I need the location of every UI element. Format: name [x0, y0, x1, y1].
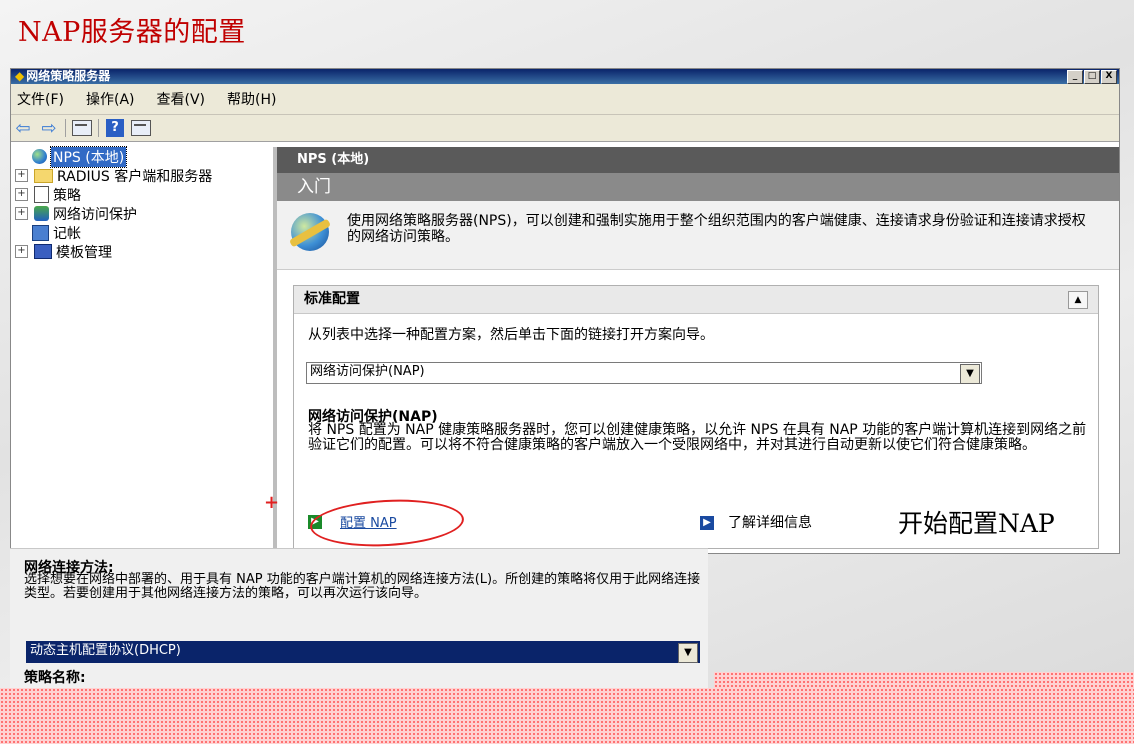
scenario-select-value: 网络访问保护(NAP): [310, 364, 425, 379]
policy-name-label: 策略名称:: [24, 670, 86, 686]
back-arrow-icon[interactable]: ⇦: [13, 118, 33, 139]
toolbar-separator: [65, 119, 66, 137]
connection-method-desc: 选择想要在网络中部署的、用于具有 NAP 功能的客户端计算机的网络连接方法(L)…: [24, 572, 701, 601]
details-pane: NPS (本地) 入门 使用网络策略服务器(NPS)，可以创建和强制实施用于整个…: [277, 147, 1119, 552]
content-header: NPS (本地): [277, 147, 1119, 173]
document-icon: [34, 186, 49, 203]
slide-title: NAP服务器的配置: [18, 17, 246, 48]
expand-icon[interactable]: +: [15, 207, 28, 220]
dotted-band: [0, 688, 1134, 744]
tree-item-accounting[interactable]: 记帐: [11, 223, 273, 242]
template-icon: [34, 244, 52, 259]
arrow-right-icon: ▶: [700, 516, 714, 530]
tree-item-radius[interactable]: + RADIUS 客户端和服务器: [11, 166, 273, 185]
console-tree-icon[interactable]: [72, 119, 92, 137]
highlight-oval: [308, 496, 466, 550]
shield-icon: [34, 206, 49, 221]
forward-arrow-icon[interactable]: ⇨: [39, 118, 59, 139]
console-tree: NPS (本地) + RADIUS 客户端和服务器 + 策略 + 网络访问保护 …: [11, 145, 277, 552]
tree-item-label: 网络访问保护: [53, 206, 137, 223]
learn-more: ▶ 了解详细信息: [700, 512, 812, 532]
menu-bar: 文件(F) 操作(A) 查看(V) 帮助(H): [11, 84, 1119, 115]
window-title: 网络策略服务器: [26, 69, 111, 83]
panel-description: 从列表中选择一种配置方案，然后单击下面的链接打开方案向导。: [308, 327, 714, 343]
nps-globe-icon: [291, 213, 329, 251]
slide-caption: 开始配置NAP: [898, 509, 1055, 538]
folder-icon: [34, 168, 53, 183]
section-header: 入门: [277, 173, 1119, 201]
panel-title-text: 标准配置: [304, 291, 360, 307]
plus-marker-icon: +: [264, 492, 280, 513]
log-icon: [32, 224, 49, 241]
tree-item-nap[interactable]: + 网络访问保护: [11, 204, 273, 223]
menu-view[interactable]: 查看(V): [157, 89, 206, 109]
wizard-dialog: 网络连接方法: 选择想要在网络中部署的、用于具有 NAP 功能的客户端计算机的网…: [10, 548, 708, 699]
standard-config-panel: 标准配置 ▲ 从列表中选择一种配置方案，然后单击下面的链接打开方案向导。 网络访…: [293, 285, 1099, 550]
globe-icon: [32, 149, 47, 164]
toolbar: ⇦ ⇨ ?: [11, 115, 1119, 142]
tree-item-label: 模板管理: [56, 244, 112, 261]
intro-box: 使用网络策略服务器(NPS)，可以创建和强制实施用于整个组织范围内的客户端健康、…: [277, 201, 1119, 270]
expand-icon[interactable]: +: [15, 169, 28, 182]
intro-text: 使用网络策略服务器(NPS)，可以创建和强制实施用于整个组织范围内的客户端健康、…: [347, 213, 1086, 245]
chevron-down-icon[interactable]: ▼: [960, 364, 980, 384]
maximize-button[interactable]: □: [1084, 70, 1100, 84]
connection-method-select[interactable]: 动态主机配置协议(DHCP) ▼: [26, 641, 700, 663]
tree-item-label: NPS (本地): [49, 145, 128, 168]
toolbar-separator: [98, 119, 99, 137]
close-button[interactable]: X: [1101, 70, 1117, 84]
learn-more-link[interactable]: 了解详细信息: [728, 515, 812, 531]
expand-icon[interactable]: +: [15, 188, 28, 201]
menu-action[interactable]: 操作(A): [86, 89, 135, 109]
tree-item-label: 策略: [53, 187, 81, 204]
tree-item-nps-local[interactable]: NPS (本地): [11, 145, 273, 168]
expand-icon[interactable]: +: [15, 245, 28, 258]
chevron-down-icon[interactable]: ▼: [678, 643, 698, 663]
tree-item-label: RADIUS 客户端和服务器: [57, 168, 213, 185]
tree-item-templates[interactable]: + 模板管理: [11, 242, 273, 261]
collapse-icon[interactable]: ▲: [1068, 291, 1088, 309]
help-icon[interactable]: ?: [105, 119, 125, 137]
minimize-button[interactable]: _: [1067, 70, 1083, 84]
menu-help[interactable]: 帮助(H): [227, 89, 276, 109]
nap-description: 将 NPS 配置为 NAP 健康策略服务器时，您可以创建健康策略，以允许 NPS…: [308, 422, 1087, 453]
tree-item-policies[interactable]: + 策略: [11, 185, 273, 204]
tree-item-label: 记帐: [53, 225, 81, 242]
link-row: ▶ 配置 NAP ▶ 了解详细信息 开始配置NAP: [308, 496, 1088, 550]
app-icon: ◆: [15, 69, 25, 83]
menu-file[interactable]: 文件(F): [17, 89, 64, 109]
action-pane-icon[interactable]: [131, 119, 151, 137]
nps-window: ◆ 网络策略服务器 _ □ X 文件(F) 操作(A) 查看(V) 帮助(H) ⇦…: [10, 68, 1120, 554]
scenario-select[interactable]: 网络访问保护(NAP) ▼: [306, 362, 982, 384]
panel-title: 标准配置 ▲: [294, 286, 1098, 314]
connection-method-value: 动态主机配置协议(DHCP): [30, 643, 181, 658]
window-titlebar[interactable]: ◆ 网络策略服务器 _ □ X: [11, 69, 1119, 84]
